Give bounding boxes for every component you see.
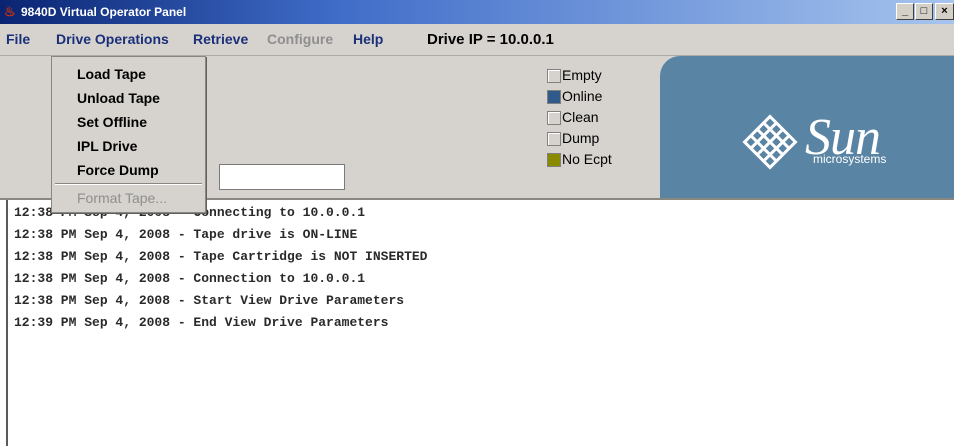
status-text-field[interactable] xyxy=(219,164,345,190)
menu-item-unload-tape[interactable]: Unload Tape xyxy=(52,86,205,110)
menu-drive-operations[interactable]: Drive Operations xyxy=(56,24,169,55)
log-line: 12:38 PM Sep 4, 2008 - Tape Cartridge is… xyxy=(14,249,428,264)
drive-operations-dropdown: Load Tape Unload Tape Set Offline IPL Dr… xyxy=(51,56,206,213)
window-title: 9840D Virtual Operator Panel xyxy=(21,5,187,19)
menubar: File Drive Operations Retrieve Configure… xyxy=(0,24,954,56)
sun-microsystems-logo: Sun microsystems xyxy=(660,56,954,198)
menu-file[interactable]: File xyxy=(6,24,30,55)
clean-lamp-icon xyxy=(547,111,561,125)
menu-item-format-tape[interactable]: Format Tape... xyxy=(52,186,205,210)
indicator-label: No Ecpt xyxy=(562,151,612,167)
sun-subtitle: microsystems xyxy=(813,152,887,166)
log-line: 12:38 PM Sep 4, 2008 - Tape drive is ON-… xyxy=(14,227,358,242)
menu-configure[interactable]: Configure xyxy=(267,24,333,55)
menu-item-force-dump[interactable]: Force Dump xyxy=(52,158,205,182)
menu-help[interactable]: Help xyxy=(353,24,383,55)
window-titlebar: ♨ 9840D Virtual Operator Panel _ □ × xyxy=(0,0,954,24)
menu-item-set-offline[interactable]: Set Offline xyxy=(52,110,205,134)
indicator-label: Online xyxy=(562,88,603,104)
menu-separator xyxy=(55,183,202,185)
log-line: 12:38 PM Sep 4, 2008 - Connection to 10.… xyxy=(14,271,366,286)
maximize-button[interactable]: □ xyxy=(915,3,933,20)
menu-item-load-tape[interactable]: Load Tape xyxy=(52,62,205,86)
sun-emblem-icon xyxy=(742,114,798,170)
no-ecpt-lamp-icon xyxy=(547,153,561,167)
indicator-label: Clean xyxy=(562,109,599,125)
java-cup-icon: ♨ xyxy=(4,4,16,19)
empty-lamp-icon xyxy=(547,69,561,83)
log-line: 12:38 PM Sep 4, 2008 - Start View Drive … xyxy=(14,293,405,308)
online-lamp-icon xyxy=(547,90,561,104)
indicator-label: Empty xyxy=(562,67,602,83)
minimize-button[interactable]: _ xyxy=(896,3,914,20)
log-line: 12:39 PM Sep 4, 2008 - End View Drive Pa… xyxy=(14,315,389,330)
indicator-label: Dump xyxy=(562,130,600,146)
dump-lamp-icon xyxy=(547,132,561,146)
event-log[interactable]: 12:38 PM Sep 4, 2008 - Connecting to 10.… xyxy=(6,200,954,446)
menu-retrieve[interactable]: Retrieve xyxy=(193,24,248,55)
drive-ip-label: Drive IP = 10.0.0.1 xyxy=(427,31,554,48)
menu-item-ipl-drive[interactable]: IPL Drive xyxy=(52,134,205,158)
close-button[interactable]: × xyxy=(935,3,954,20)
